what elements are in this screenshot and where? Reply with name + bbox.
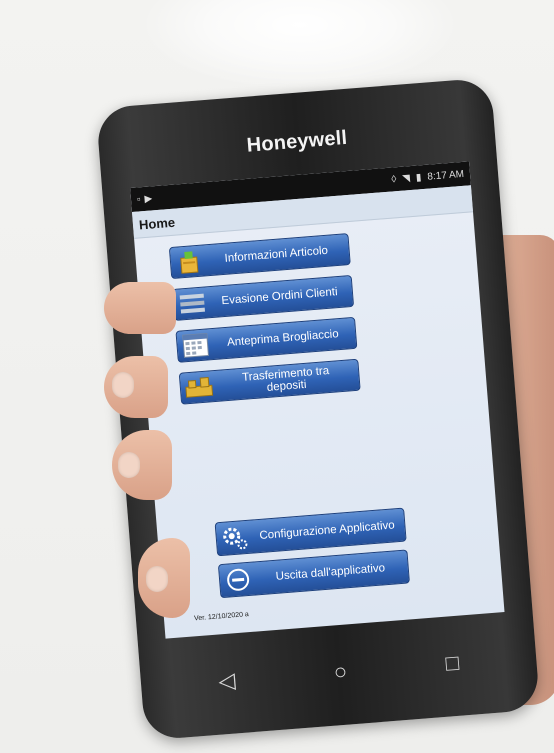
recents-icon[interactable]: □ [445, 650, 460, 676]
evasione-ordini-clienti-button[interactable]: Evasione Ordini Clienti [172, 274, 355, 321]
version-text: Ver. 12/10/2020 a [193, 611, 250, 623]
fingernail [146, 566, 168, 592]
back-icon[interactable]: ◁ [217, 667, 236, 693]
uscita-applicativo-button[interactable]: Uscita dall'applicativo [217, 549, 410, 599]
notification-icon: ▫ [136, 193, 141, 206]
fingernail [118, 452, 140, 478]
exit-minus-icon [222, 566, 254, 594]
gears-icon [219, 524, 251, 552]
configurazione-applicativo-button[interactable]: Configurazione Applicativo [214, 507, 407, 557]
menu-label: Trasferimento tra depositi [241, 365, 330, 394]
calendar-grid-icon [180, 331, 212, 359]
menu-label: Anteprima Brogliaccio [226, 328, 340, 349]
menu-label: Configurazione Applicativo [259, 519, 396, 542]
menu-label: Informazioni Articolo [224, 244, 329, 265]
play-store-icon: ▶ [144, 192, 153, 205]
article-box-icon [173, 248, 205, 276]
informazioni-articolo-button[interactable]: Informazioni Articolo [168, 233, 351, 280]
vibrate-icon: ◊ [390, 173, 397, 186]
list-lines-icon [176, 289, 208, 317]
fingernail [112, 372, 134, 398]
battery-icon: ▮ [415, 171, 422, 184]
finger-index [104, 282, 176, 334]
menu-label: Evasione Ordini Clienti [221, 286, 339, 308]
light-glare [140, 0, 460, 90]
menu-label: Uscita dall'applicativo [275, 562, 386, 583]
trasferimento-tra-depositi-button[interactable]: Trasferimento tra depositi [178, 358, 361, 405]
transfer-boxes-icon [183, 373, 215, 401]
wifi-icon: ◥ [401, 172, 411, 185]
anteprima-brogliaccio-button[interactable]: Anteprima Brogliaccio [175, 316, 358, 363]
clock: 8:17 AM [426, 168, 465, 183]
home-icon[interactable]: ○ [333, 659, 348, 685]
